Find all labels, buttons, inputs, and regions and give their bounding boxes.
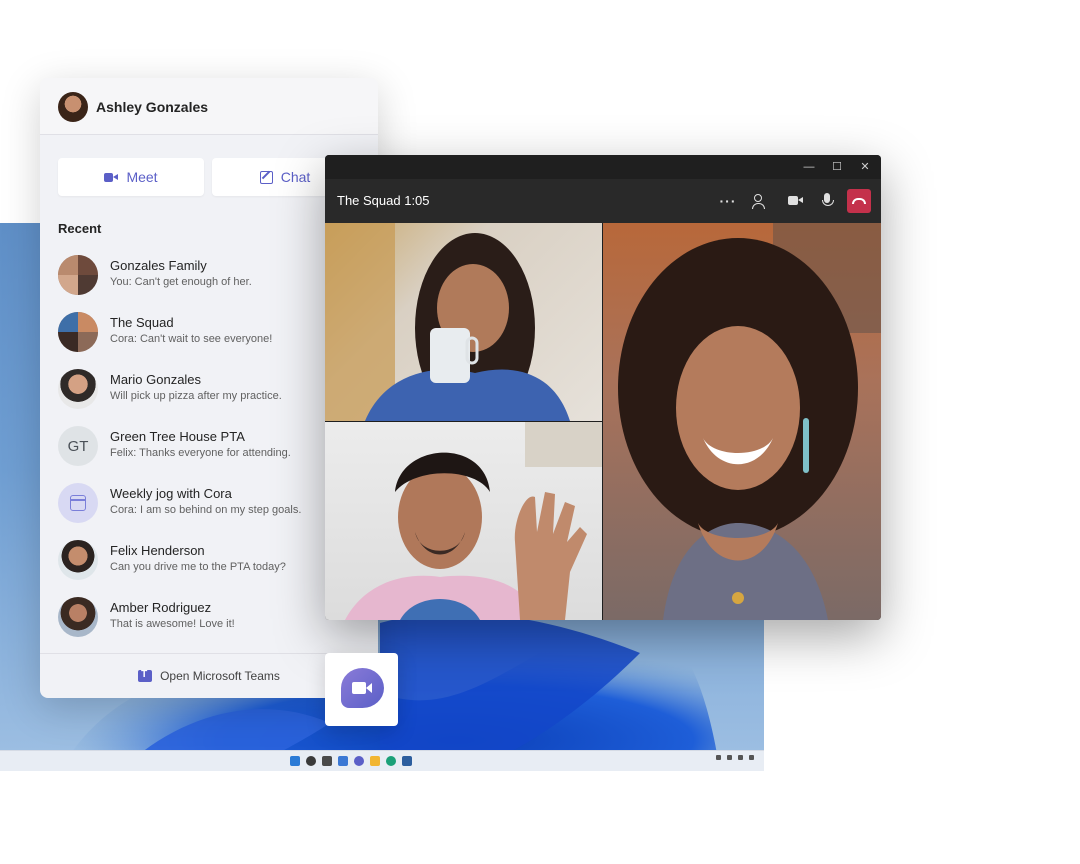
panel-header: Ashley Gonzales [40,78,378,135]
chat-title: Mario Gonzales [110,372,202,387]
volume-icon[interactable] [738,755,743,760]
avatar [58,597,98,637]
chat-title: Weekly jog with Cora [110,486,232,501]
video-camera-icon [104,172,119,183]
system-tray [716,755,754,760]
store-icon[interactable] [402,756,412,766]
chat-title: Gonzales Family [110,258,207,273]
participant-video-tile [603,223,881,620]
minimize-button[interactable]: — [800,158,818,176]
start-icon[interactable] [290,756,300,766]
open-teams-label: Open Microsoft Teams [160,669,280,683]
task-view-icon[interactable] [322,756,332,766]
participant-image [325,223,570,421]
avatar [58,255,98,295]
widgets-icon[interactable] [338,756,348,766]
teams-chat-icon[interactable] [354,756,364,766]
chat-button-label: Chat [280,169,311,185]
chat-title: Felix Henderson [110,543,205,558]
avatar[interactable] [58,92,88,122]
chat-title: Green Tree House PTA [110,429,245,444]
more-options-icon[interactable]: ··· [718,191,738,211]
avatar-initials: GT [58,426,98,466]
chat-preview: You: Can't get enough of her. [110,276,252,288]
chat-preview: Felix: Thanks everyone for attending. [110,447,291,459]
video-call-window: — ☐ ✕ The Squad 1:05 ··· [325,155,881,620]
file-explorer-icon[interactable] [370,756,380,766]
calendar-icon [70,495,86,511]
participant-video-tile [325,223,602,421]
microphone-icon[interactable] [817,191,837,211]
meet-now-tile[interactable] [325,653,398,726]
participant-video-tile [325,422,602,620]
avatar [58,483,98,523]
avatar [58,540,98,580]
add-people-icon[interactable] [751,191,771,211]
user-name: Ashley Gonzales [96,99,209,115]
wifi-icon[interactable] [727,755,732,760]
chat-preview: Cora: Can't wait to see everyone! [110,333,273,345]
hang-up-button[interactable] [847,189,871,213]
teams-logo-icon [138,669,153,682]
chat-preview: Will pick up pizza after my practice. [110,390,282,402]
avatar [58,312,98,352]
edge-icon[interactable] [386,756,396,766]
participant-image [618,223,881,620]
taskbar [0,750,764,771]
avatar [58,369,98,409]
chevron-up-icon[interactable] [716,755,721,760]
chat-title: The Squad [110,315,174,330]
maximize-button[interactable]: ☐ [828,158,846,176]
call-toolbar: The Squad 1:05 ··· [325,179,881,223]
chat-title: Amber Rodriguez [110,600,212,615]
taskbar-icons [290,756,412,766]
meet-button-label: Meet [126,169,158,185]
participant-image [345,422,602,620]
chat-preview: That is awesome! Love it! [110,618,235,630]
chat-preview: Can you drive me to the PTA today? [110,561,286,573]
close-button[interactable]: ✕ [856,158,874,176]
window-titlebar: — ☐ ✕ [325,155,881,179]
search-icon[interactable] [306,756,316,766]
video-camera-icon [352,682,366,694]
chat-preview: Cora: I am so behind on my step goals. [110,504,302,516]
meet-button[interactable]: Meet [58,158,204,196]
call-title: The Squad 1:05 [337,193,430,208]
recent-heading: Recent [58,221,102,236]
battery-icon[interactable] [749,755,754,760]
camera-toggle-icon[interactable] [786,191,806,211]
compose-icon [259,170,273,184]
